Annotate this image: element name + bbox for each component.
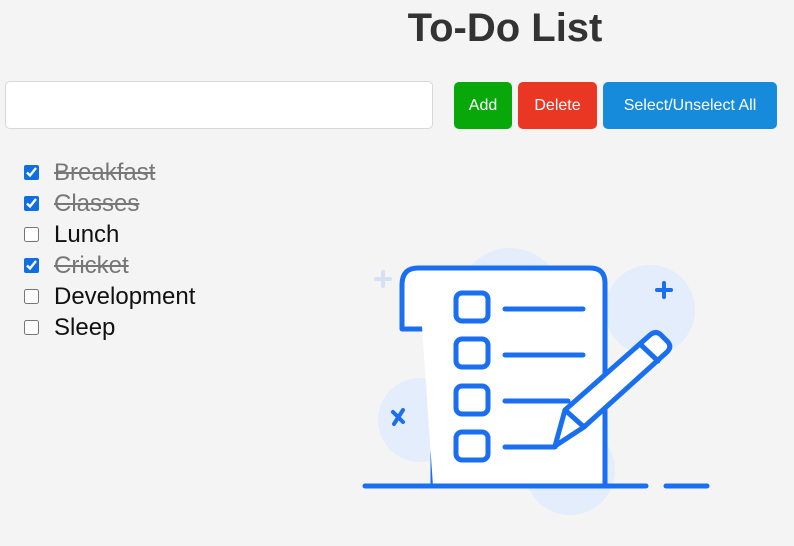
todo-checklist-illustration-icon <box>362 248 710 515</box>
